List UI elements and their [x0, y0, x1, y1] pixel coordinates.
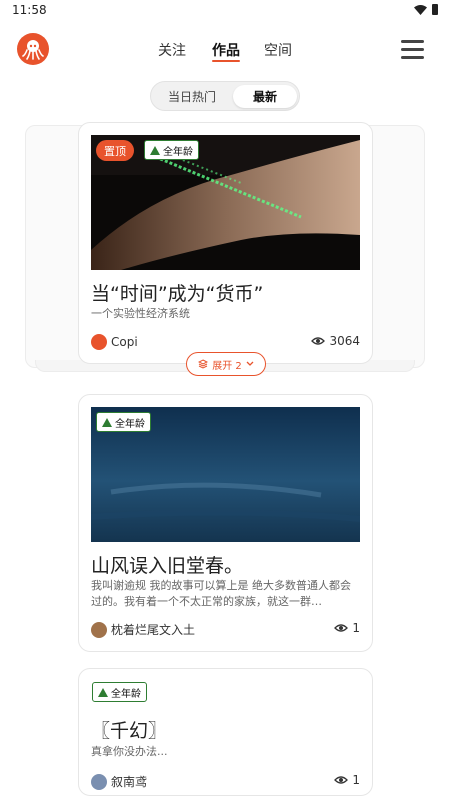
- age-rating-badge: 全年龄: [92, 682, 147, 702]
- work-card[interactable]: 全年龄 山风误入旧堂春。 我叫谢逾规 我的故事可以算上是 绝大多数普通人都会过的…: [78, 394, 373, 652]
- avatar: [91, 621, 107, 638]
- card-description: 我叫谢逾规 我的故事可以算上是 绝大多数普通人都会过的。我有着一个不太正常的家族…: [91, 579, 351, 608]
- battery-icon: [432, 4, 438, 15]
- triangle-icon: [102, 417, 112, 427]
- card-description: 一个实验性经济系统: [91, 307, 190, 320]
- view-count-value: 3064: [329, 334, 360, 348]
- avatar: [91, 773, 107, 790]
- card-description: 真拿你没办法...: [91, 745, 168, 758]
- tab-following[interactable]: 关注: [158, 40, 186, 60]
- card-title: 当“时间”成为“货币”: [91, 283, 264, 305]
- triangle-icon: [98, 687, 108, 697]
- active-tab-indicator: [212, 60, 240, 62]
- layers-icon: [198, 359, 209, 369]
- segment-hot-today[interactable]: 当日热门: [157, 85, 227, 108]
- card-author[interactable]: 枕着烂尾文入土: [91, 621, 195, 638]
- work-card[interactable]: 置顶 全年龄 当“时间”成为“货币” 一个实验性经济系统 Copi 3064: [78, 122, 373, 364]
- eye-icon: [311, 337, 326, 345]
- card-cover-image: 全年龄: [91, 407, 360, 542]
- eye-icon: [334, 776, 349, 784]
- tab-works[interactable]: 作品: [212, 40, 240, 60]
- work-card[interactable]: 全年龄 〖千幻〗 真拿你没办法... 叙南鸢 1: [78, 668, 373, 796]
- age-rating-label: 全年龄: [163, 146, 193, 158]
- menu-icon[interactable]: [401, 40, 424, 60]
- status-time: 11:58: [12, 3, 47, 17]
- card-title: 山风误入旧堂春。: [91, 555, 244, 577]
- expand-label: 展开 2: [212, 360, 242, 372]
- view-count-value: 1: [352, 773, 360, 787]
- age-rating-badge: 全年龄: [144, 140, 199, 160]
- view-count-value: 1: [352, 621, 360, 635]
- author-name: 枕着烂尾文入土: [111, 623, 196, 637]
- eye-icon: [334, 624, 349, 632]
- card-title: 〖千幻〗: [91, 720, 168, 742]
- age-rating-label: 全年龄: [111, 688, 141, 700]
- expand-button[interactable]: 展开 2: [186, 352, 266, 376]
- octopus-icon: [22, 40, 44, 60]
- chevron-down-icon: [246, 361, 254, 366]
- triangle-icon: [150, 145, 160, 155]
- view-count: 1: [334, 621, 360, 635]
- age-rating-badge: 全年龄: [96, 412, 151, 432]
- app-logo[interactable]: [17, 33, 49, 65]
- view-count: 1: [334, 773, 360, 787]
- card-author[interactable]: 叙南鸢: [91, 773, 147, 790]
- status-icons: [414, 4, 438, 15]
- pinned-badge: 置顶: [96, 140, 134, 161]
- tab-space[interactable]: 空间: [264, 40, 292, 60]
- author-name: Copi: [111, 335, 138, 349]
- age-rating-label: 全年龄: [115, 418, 145, 430]
- segment-latest[interactable]: 最新: [233, 85, 297, 108]
- view-count: 3064: [311, 334, 360, 348]
- avatar: [91, 334, 107, 350]
- wifi-icon: [414, 4, 427, 15]
- sort-segment: 当日热门 最新: [150, 81, 300, 111]
- card-cover-image: 置顶 全年龄: [91, 135, 360, 270]
- card-author[interactable]: Copi: [91, 334, 138, 350]
- status-bar: 11:58: [0, 0, 450, 22]
- author-name: 叙南鸢: [111, 775, 148, 789]
